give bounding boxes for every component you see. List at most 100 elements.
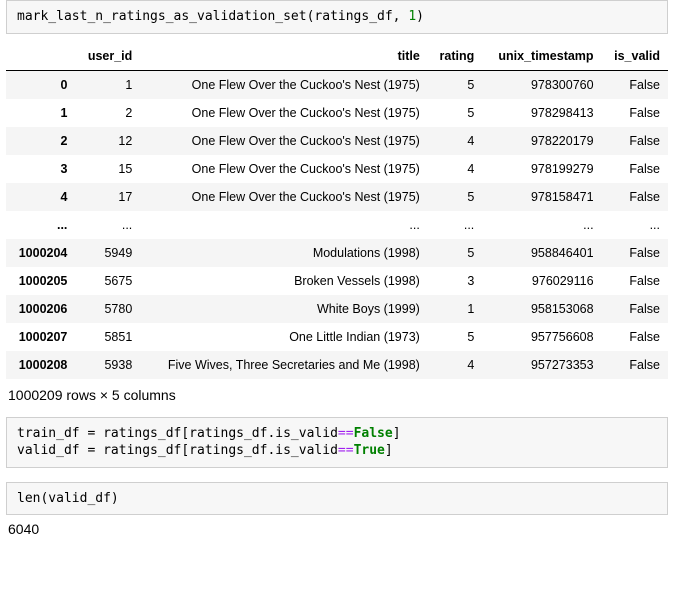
cell: 957273353 — [482, 351, 601, 379]
cell: False — [602, 351, 668, 379]
col-user-id: user_id — [75, 42, 140, 71]
code-text: ] — [385, 443, 393, 458]
cell: 5949 — [75, 239, 140, 267]
cell-output: 6040 — [8, 521, 668, 537]
row-index: 4 — [6, 183, 75, 211]
col-title: title — [140, 42, 428, 71]
cell: 978158471 — [482, 183, 601, 211]
code-cell-1[interactable]: mark_last_n_ratings_as_validation_set(ra… — [6, 0, 668, 34]
cell: 3 — [428, 267, 482, 295]
row-index: 1000205 — [6, 267, 75, 295]
row-index: 2 — [6, 127, 75, 155]
col-rating: rating — [428, 42, 482, 71]
cell: One Little Indian (1973) — [140, 323, 428, 351]
row-index: 1000204 — [6, 239, 75, 267]
cell: 5 — [428, 99, 482, 127]
cell: Five Wives, Three Secretaries and Me (19… — [140, 351, 428, 379]
row-index: 3 — [6, 155, 75, 183]
cell: ... — [140, 211, 428, 239]
cell: False — [602, 295, 668, 323]
cell: 4 — [428, 127, 482, 155]
table-row: 315One Flew Over the Cuckoo's Nest (1975… — [6, 155, 668, 183]
table-row: 212One Flew Over the Cuckoo's Nest (1975… — [6, 127, 668, 155]
cell: ... — [602, 211, 668, 239]
cell: 1 — [428, 295, 482, 323]
code-text: train_df = ratings_df[ratings_df.is_vali… — [17, 426, 338, 441]
table-row: 10002045949Modulations (1998)5958846401F… — [6, 239, 668, 267]
col-unix-timestamp: unix_timestamp — [482, 42, 601, 71]
cell: One Flew Over the Cuckoo's Nest (1975) — [140, 155, 428, 183]
cell: One Flew Over the Cuckoo's Nest (1975) — [140, 99, 428, 127]
table-header-row: user_id title rating unix_timestamp is_v… — [6, 42, 668, 71]
cell: False — [602, 267, 668, 295]
table-row: 10002055675Broken Vessels (1998)39760291… — [6, 267, 668, 295]
code-op: == — [338, 443, 354, 458]
cell: 12 — [75, 127, 140, 155]
cell: 957756608 — [482, 323, 601, 351]
code-keyword: False — [354, 426, 393, 441]
cell: 978220179 — [482, 127, 601, 155]
cell: Broken Vessels (1998) — [140, 267, 428, 295]
cell: False — [602, 183, 668, 211]
cell: ... — [482, 211, 601, 239]
cell: 4 — [428, 155, 482, 183]
code-keyword: True — [354, 443, 385, 458]
dataframe-shape: 1000209 rows × 5 columns — [8, 387, 668, 403]
row-index: 1 — [6, 99, 75, 127]
code-cell-3[interactable]: len(valid_df) — [6, 482, 668, 516]
cell: 5938 — [75, 351, 140, 379]
cell: 978199279 — [482, 155, 601, 183]
row-index: 0 — [6, 70, 75, 99]
cell: 976029116 — [482, 267, 601, 295]
cell: 15 — [75, 155, 140, 183]
cell: ... — [75, 211, 140, 239]
row-index: 1000208 — [6, 351, 75, 379]
dataframe-output: user_id title rating unix_timestamp is_v… — [6, 42, 668, 379]
table-row: 10002065780White Boys (1999)1958153068Fa… — [6, 295, 668, 323]
code-text: ) — [416, 9, 424, 24]
col-index — [6, 42, 75, 71]
cell: 5675 — [75, 267, 140, 295]
table-row: .................. — [6, 211, 668, 239]
code-fn: len — [17, 491, 40, 506]
cell: 2 — [75, 99, 140, 127]
cell: False — [602, 70, 668, 99]
table-row: 417One Flew Over the Cuckoo's Nest (1975… — [6, 183, 668, 211]
code-text: ] — [393, 426, 401, 441]
cell: One Flew Over the Cuckoo's Nest (1975) — [140, 183, 428, 211]
cell: 4 — [428, 351, 482, 379]
cell: 5851 — [75, 323, 140, 351]
code-cell-2[interactable]: train_df = ratings_df[ratings_df.is_vali… — [6, 417, 668, 468]
code-op: == — [338, 426, 354, 441]
cell: White Boys (1999) — [140, 295, 428, 323]
table-row: 01One Flew Over the Cuckoo's Nest (1975)… — [6, 70, 668, 99]
cell: 17 — [75, 183, 140, 211]
cell: One Flew Over the Cuckoo's Nest (1975) — [140, 127, 428, 155]
row-index: 1000206 — [6, 295, 75, 323]
cell: 5780 — [75, 295, 140, 323]
row-index: 1000207 — [6, 323, 75, 351]
cell: False — [602, 99, 668, 127]
cell: 5 — [428, 183, 482, 211]
dataframe-table: user_id title rating unix_timestamp is_v… — [6, 42, 668, 379]
cell: False — [602, 239, 668, 267]
code-number: 1 — [408, 9, 416, 24]
cell: 5 — [428, 239, 482, 267]
row-index: ... — [6, 211, 75, 239]
cell: 958846401 — [482, 239, 601, 267]
table-row: 10002075851One Little Indian (1973)59577… — [6, 323, 668, 351]
cell: False — [602, 155, 668, 183]
code-text: (valid_df) — [40, 491, 118, 506]
table-row: 10002085938Five Wives, Three Secretaries… — [6, 351, 668, 379]
cell: 5 — [428, 70, 482, 99]
cell: ... — [428, 211, 482, 239]
table-row: 12One Flew Over the Cuckoo's Nest (1975)… — [6, 99, 668, 127]
cell: 5 — [428, 323, 482, 351]
col-is-valid: is_valid — [602, 42, 668, 71]
cell: Modulations (1998) — [140, 239, 428, 267]
cell: False — [602, 127, 668, 155]
cell: False — [602, 323, 668, 351]
cell: 1 — [75, 70, 140, 99]
cell: 958153068 — [482, 295, 601, 323]
cell: 978298413 — [482, 99, 601, 127]
